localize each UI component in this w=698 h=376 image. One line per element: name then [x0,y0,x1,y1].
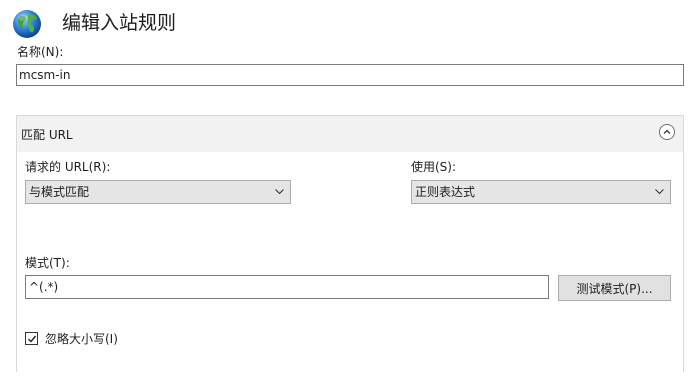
collapse-chevron-up-icon[interactable] [659,124,675,140]
name-input[interactable] [16,64,684,86]
checkmark-icon [28,335,37,343]
test-pattern-button[interactable]: 测试模式(P)... [558,275,671,301]
ignore-case-checkbox[interactable] [25,332,38,345]
requested-url-value: 与模式匹配 [29,185,90,199]
chevron-down-icon [275,189,284,195]
using-label: 使用(S): [411,160,457,174]
requested-url-select[interactable]: 与模式匹配 [25,180,291,204]
using-select[interactable]: 正则表达式 [411,180,671,204]
chevron-down-icon [655,189,664,195]
using-value: 正则表达式 [415,185,476,199]
ignore-case-label[interactable]: 忽略大小写(I) [45,331,118,347]
requested-url-label: 请求的 URL(R): [25,160,111,174]
match-url-panel: 匹配 URL 请求的 URL(R): 与模式匹配 使用(S): 正则表达式 模式… [16,115,684,372]
pattern-label: 模式(T): [25,256,70,270]
globe-icon [13,10,41,38]
match-url-title: 匹配 URL [21,128,73,142]
page-title: 编辑入站规则 [62,12,177,34]
match-url-header[interactable]: 匹配 URL [17,116,683,152]
pattern-input[interactable] [25,275,549,299]
edit-inbound-rule-page: 编辑入站规则 名称(N): 匹配 URL 请求的 URL(R): 与模式匹配 使… [0,0,698,376]
name-label: 名称(N): [17,45,64,59]
